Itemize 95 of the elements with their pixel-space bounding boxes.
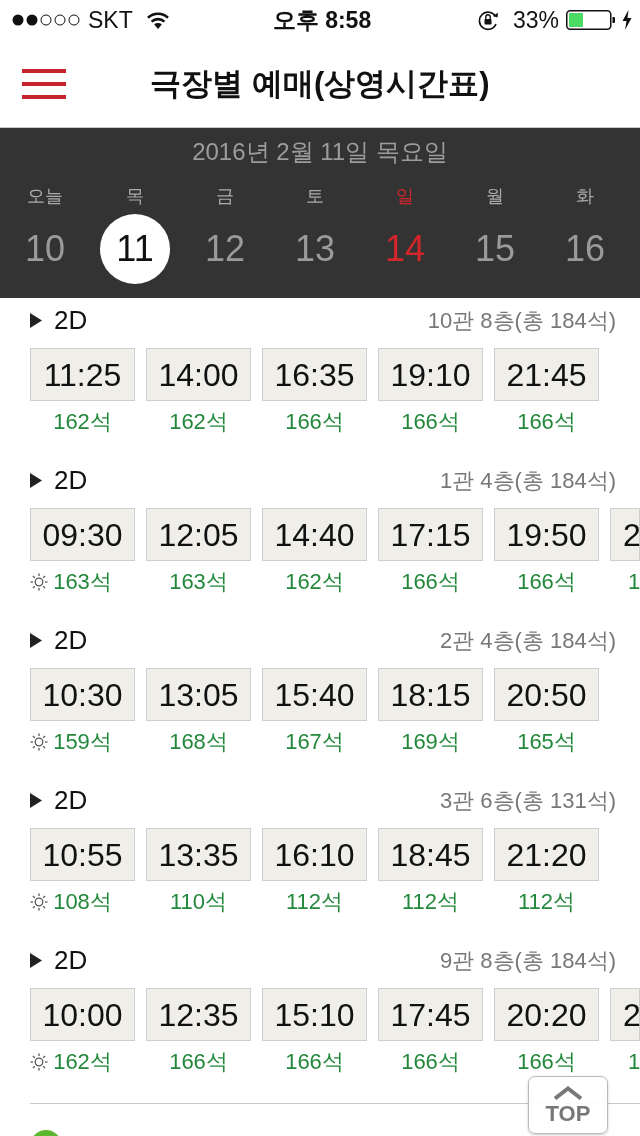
- showtime-button[interactable]: 12:35: [146, 988, 251, 1041]
- hall-info: 1관 4층(총 184석): [439, 466, 616, 495]
- rotation-lock-icon: [476, 9, 499, 31]
- showtime-button[interactable]: 15:10: [262, 988, 367, 1041]
- seats-available: 167석: [285, 731, 344, 753]
- format-label: 2D: [54, 623, 88, 657]
- seats-available: 166석: [401, 1051, 460, 1073]
- battery-icon: [566, 10, 616, 30]
- triangle-icon[interactable]: [30, 632, 42, 648]
- scroll-top-button[interactable]: TOP: [528, 1076, 608, 1134]
- seats-available: 163석: [169, 571, 228, 593]
- battery-percent: 33%: [512, 8, 559, 32]
- showtime-button[interactable]: 13:05: [146, 668, 251, 721]
- hall-info: 9관 8층(총 184석): [439, 946, 616, 975]
- seats-available: 163석: [53, 571, 112, 593]
- seats-available: 166석: [517, 571, 576, 593]
- showtime-button[interactable]: 12:05: [146, 508, 251, 561]
- showtime-button[interactable]: 10:55: [30, 828, 135, 881]
- seats-available: 162석: [285, 571, 344, 593]
- date-tab[interactable]: 16: [550, 214, 620, 284]
- date-tab[interactable]: 10: [10, 214, 80, 284]
- signal-icon: [12, 14, 80, 26]
- seats-available: 166석: [285, 1051, 344, 1073]
- showtime-button[interactable]: 14:00: [146, 348, 251, 401]
- triangle-icon[interactable]: [30, 312, 42, 328]
- seats-available: 169석: [401, 731, 460, 753]
- showtime-button[interactable]: 19:10: [378, 348, 483, 401]
- triangle-icon[interactable]: [30, 792, 42, 808]
- clock-time: 오후 8:58: [272, 8, 372, 32]
- triangle-icon[interactable]: [30, 952, 42, 968]
- seats-available: 162석: [53, 1051, 112, 1073]
- wifi-icon: [145, 11, 170, 29]
- date-tab[interactable]: 11: [100, 214, 170, 284]
- seats-available: 166석: [517, 411, 576, 433]
- showtime-button[interactable]: 2: [610, 508, 640, 561]
- weekday-label: 화: [576, 185, 594, 208]
- showtime-button[interactable]: 20:20: [494, 988, 599, 1041]
- seats-available: 168석: [169, 731, 228, 753]
- triangle-icon[interactable]: [30, 472, 42, 488]
- seats-available: 110석: [169, 891, 228, 913]
- seats-available: 166석: [401, 571, 460, 593]
- seats-available: 165석: [517, 731, 576, 753]
- showtime-button[interactable]: 21:20: [494, 828, 599, 881]
- seats-available: 166석: [401, 411, 460, 433]
- hall-info: 10관 8층(총 184석): [427, 306, 616, 335]
- weekday-label: 목: [126, 185, 144, 208]
- hall-info: 2관 4층(총 184석): [439, 626, 616, 655]
- chevron-up-icon: [553, 1085, 583, 1100]
- date-tab[interactable]: 13: [280, 214, 350, 284]
- seats-available: 159석: [53, 731, 112, 753]
- showtime-button[interactable]: 17:15: [378, 508, 483, 561]
- seats-available: 162석: [169, 411, 228, 433]
- showtime-button[interactable]: 15:40: [262, 668, 367, 721]
- format-label: 2D: [54, 303, 88, 337]
- selected-date-text: 2016년 2월 11일 목요일: [191, 137, 449, 167]
- seats-available: 166석: [285, 411, 344, 433]
- format-label: 2D: [54, 463, 88, 497]
- page-title: 극장별 예매(상영시간표): [149, 64, 491, 103]
- seats-available: 166석: [517, 1051, 576, 1073]
- seats-available: 108석: [53, 891, 112, 913]
- seats-available: 112석: [285, 891, 344, 913]
- weekday-label: 오늘: [27, 185, 63, 208]
- showtime-button[interactable]: 19:50: [494, 508, 599, 561]
- showtime-button[interactable]: 18:45: [378, 828, 483, 881]
- showtime-button[interactable]: 17:45: [378, 988, 483, 1041]
- menu-icon[interactable]: [22, 68, 66, 99]
- carrier-name: SKT: [88, 8, 133, 32]
- showtime-button[interactable]: 10:00: [30, 988, 135, 1041]
- seats-available: 112석: [517, 891, 576, 913]
- seats-available: 1: [628, 571, 640, 593]
- showtime-button[interactable]: 21:45: [494, 348, 599, 401]
- showtime-button[interactable]: 11:25: [30, 348, 135, 401]
- showtime-button[interactable]: 2: [610, 988, 640, 1041]
- weekday-label: 금: [216, 185, 234, 208]
- seats-available: 162석: [53, 411, 112, 433]
- seats-available: 166석: [169, 1051, 228, 1073]
- weekday-label: 토: [306, 185, 324, 208]
- showtime-button[interactable]: 20:50: [494, 668, 599, 721]
- showtime-button[interactable]: 16:35: [262, 348, 367, 401]
- date-tab[interactable]: 15: [460, 214, 530, 284]
- date-tab[interactable]: 12: [190, 214, 260, 284]
- format-label: 2D: [54, 943, 88, 977]
- charging-bolt-icon: [622, 10, 632, 30]
- format-label: 2D: [54, 783, 88, 817]
- seats-available: 1: [628, 1051, 640, 1073]
- showtime-button[interactable]: 16:10: [262, 828, 367, 881]
- showtime-button[interactable]: 13:35: [146, 828, 251, 881]
- hall-info: 3관 6층(총 131석): [439, 786, 616, 815]
- showtime-button[interactable]: 10:30: [30, 668, 135, 721]
- showtime-button[interactable]: 14:40: [262, 508, 367, 561]
- showtime-button[interactable]: 18:15: [378, 668, 483, 721]
- weekday-label: 일: [396, 185, 414, 208]
- showtime-button[interactable]: 09:30: [30, 508, 135, 561]
- weekday-label: 월: [486, 185, 504, 208]
- seats-available: 112석: [401, 891, 460, 913]
